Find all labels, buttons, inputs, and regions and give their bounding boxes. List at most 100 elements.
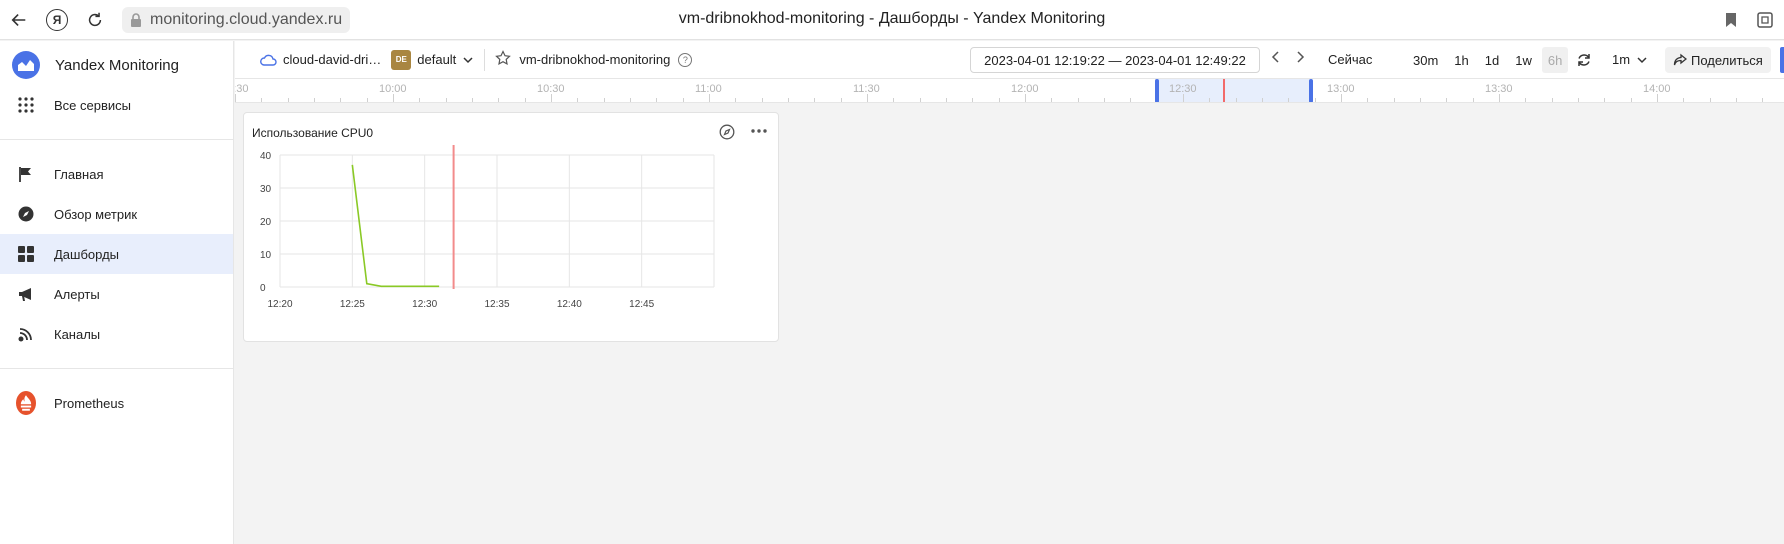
timeline-tick	[867, 94, 868, 102]
timeline-tick	[1393, 98, 1395, 102]
folder-badge: DE	[391, 49, 412, 70]
timeline-tick	[1551, 98, 1553, 102]
timeline-tick	[946, 98, 947, 102]
timeline-tick	[551, 94, 552, 102]
timeline-tick	[261, 98, 263, 102]
back-button[interactable]	[0, 2, 38, 38]
timeline-tick	[1657, 94, 1658, 102]
timeline-tick	[630, 98, 631, 102]
timeline-tick	[1472, 98, 1474, 102]
dashboard-toolbar: cloud-david-dri… DE default vm-dribnokho…	[235, 41, 1784, 79]
extensions-icon[interactable]	[1756, 11, 1774, 29]
timeline-tick	[761, 98, 763, 102]
sidebar-item-label: Все сервисы	[54, 97, 131, 113]
chevron-left-icon[interactable]	[1271, 50, 1281, 64]
sidebar-item-all-services[interactable]: Все сервисы	[0, 85, 233, 125]
folder-selector[interactable]: default	[417, 52, 474, 67]
series-line	[351, 164, 440, 288]
timeline-tick	[524, 98, 526, 102]
sidebar-item-channels[interactable]: Каналы	[0, 314, 233, 354]
timeline-tick	[1709, 98, 1711, 102]
time-range-input[interactable]: 2023-04-01 12:19:22 — 2023-04-01 12:49:2…	[970, 47, 1260, 73]
chevron-down-icon	[463, 56, 473, 63]
timeline[interactable]: 09:3010:0010:3011:0011:3012:0012:3013:00…	[235, 79, 1784, 103]
widget-title: Использование CPU0	[252, 126, 374, 140]
share-button[interactable]: Поделиться	[1665, 47, 1771, 73]
period-30m[interactable]: 30m	[1407, 47, 1444, 73]
x-tick-label: 12:45	[629, 299, 654, 310]
megaphone-icon	[16, 284, 36, 304]
sidebar-item-label: Каналы	[54, 326, 101, 342]
chevron-down-icon	[1637, 56, 1647, 63]
bookmark-icon[interactable]	[1722, 11, 1740, 29]
timeline-tick	[814, 98, 816, 102]
sidebar-item-dashboards[interactable]: Дашборды	[0, 234, 233, 274]
folder-name: default	[417, 52, 457, 67]
timeline-tick	[919, 98, 921, 102]
compass-icon[interactable]	[719, 124, 735, 140]
sidebar: Yandex Monitoring Все сервисы Главная Об…	[0, 41, 234, 544]
satellite-icon	[16, 324, 36, 344]
compass-icon	[16, 204, 36, 224]
timeline-tick	[287, 98, 289, 102]
sidebar-item-home[interactable]: Главная	[0, 154, 233, 194]
cloud-name: cloud-david-dri…	[283, 52, 382, 67]
timeline-tick	[1683, 98, 1685, 102]
dashboard-name: vm-dribnokhod-monitoring	[519, 52, 671, 67]
refresh-icon[interactable]	[1576, 52, 1592, 68]
timeline-tick	[682, 98, 684, 102]
refresh-interval-selector[interactable]: 1m	[1612, 52, 1648, 67]
yandex-button[interactable]: Я	[38, 2, 76, 38]
timeline-tick	[366, 98, 368, 102]
timeline-tick	[840, 98, 842, 102]
sidebar-item-metrics[interactable]: Обзор метрик	[0, 194, 233, 234]
toolbar-edge-button[interactable]	[1780, 47, 1784, 73]
timeline-tick	[1288, 98, 1290, 102]
grid-dots-icon	[16, 95, 36, 115]
period-1h[interactable]: 1h	[1448, 47, 1474, 73]
x-tick-label: 12:35	[484, 299, 509, 310]
sidebar-item-prometheus[interactable]: Prometheus	[0, 383, 233, 423]
y-tick-label: 30	[260, 184, 272, 195]
timeline-tick	[235, 94, 236, 102]
now-button[interactable]: Сейчас	[1328, 52, 1372, 67]
timeline-tick	[1578, 98, 1579, 102]
timeline-tick	[314, 98, 315, 102]
sidebar-item-alerts[interactable]: Алерты	[0, 274, 233, 314]
yandex-icon: Я	[46, 8, 68, 31]
sidebar-divider	[0, 368, 233, 369]
period-6h[interactable]: 6h	[1541, 47, 1569, 73]
cpu-line-chart: 0 10 20 30 40 12:20 12:25 12:30 12:35 12:40 12:45	[260, 145, 715, 310]
timeline-tick	[445, 98, 447, 102]
cloud-icon	[260, 54, 277, 66]
timeline-tick	[1314, 98, 1316, 102]
sidebar-item-label: Дашборды	[54, 246, 119, 262]
timeline-tick	[1262, 98, 1263, 102]
sidebar-divider	[0, 139, 233, 140]
timeline-tick	[1446, 98, 1448, 102]
star-icon	[495, 50, 512, 66]
y-tick-label: 0	[260, 283, 266, 294]
chevron-right-icon[interactable]	[1295, 50, 1305, 64]
period-1w[interactable]: 1w	[1509, 47, 1538, 73]
browser-toolbar: Я monitoring.cloud.yandex.ru vm-dribnokh…	[0, 0, 1784, 40]
address-bar[interactable]: monitoring.cloud.yandex.ru	[122, 6, 351, 33]
brand-name: Yandex Monitoring	[55, 56, 179, 74]
timeline-handle-end[interactable]	[1309, 79, 1313, 102]
favorite-button[interactable]	[495, 50, 519, 69]
help-icon[interactable]: ?	[678, 52, 693, 67]
timeline-tick	[1420, 98, 1421, 102]
timeline-tick	[735, 98, 737, 102]
toolbar-divider	[484, 48, 486, 71]
x-tick-label: 12:25	[340, 299, 365, 310]
timeline-handle-start[interactable]	[1155, 79, 1159, 102]
timeline-tick	[1499, 94, 1500, 102]
more-icon[interactable]	[750, 122, 768, 140]
reload-button[interactable]	[76, 2, 114, 38]
brand[interactable]: Yandex Monitoring	[0, 45, 233, 85]
cloud-selector[interactable]: cloud-david-dri…	[259, 52, 381, 67]
timeline-tick	[419, 98, 421, 102]
period-1d[interactable]: 1d	[1479, 47, 1505, 73]
timeline-tick	[656, 98, 658, 102]
period-selector: 30m 1h 1d 1w 6h	[1407, 47, 1569, 73]
